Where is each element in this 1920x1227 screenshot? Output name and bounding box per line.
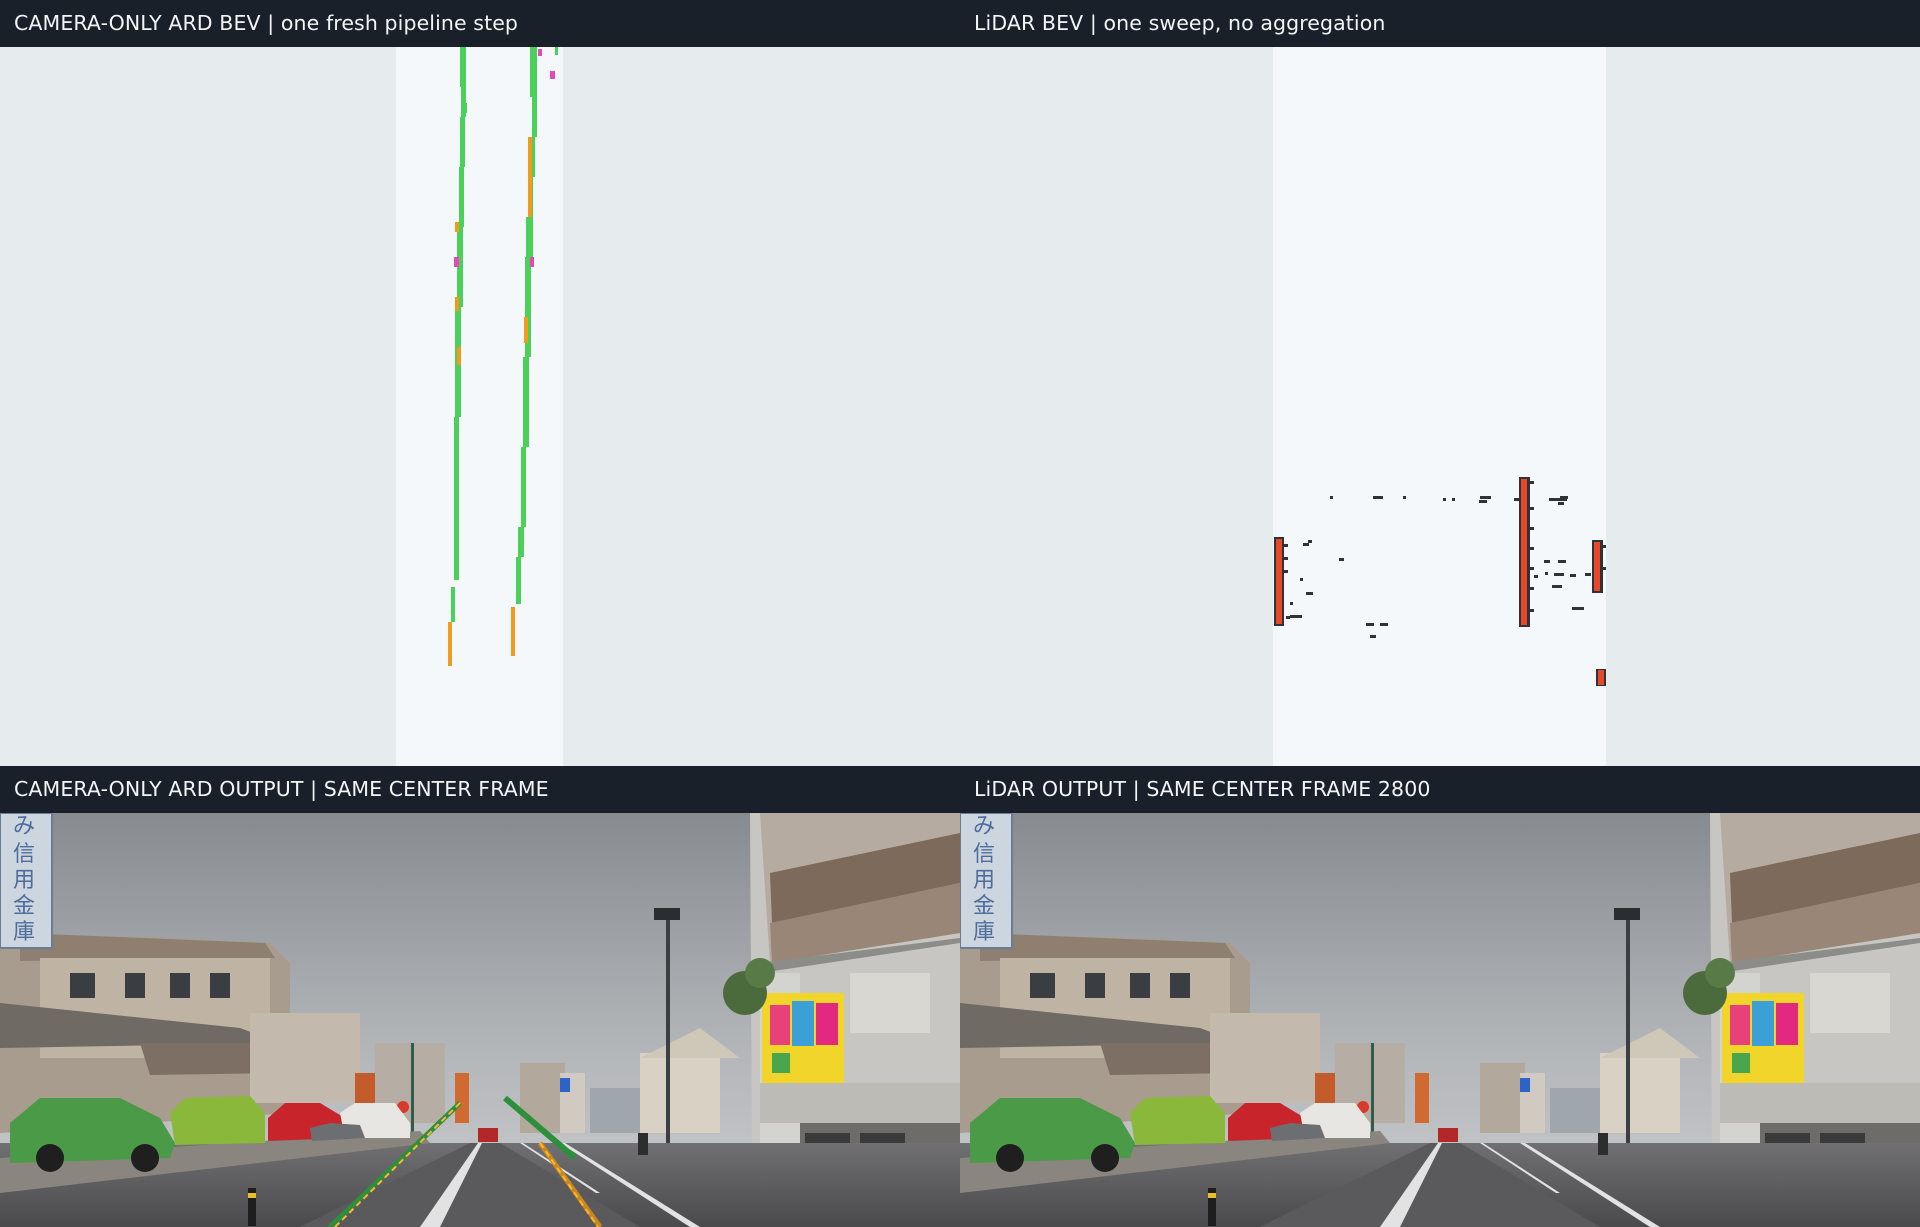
lidar-center-cluster xyxy=(1366,477,1584,638)
svg-text:み: み xyxy=(973,814,995,839)
street-scene: み 信 用 金 庫 xyxy=(960,813,1920,1227)
camera-output-image: み 信 用 金 庫 xyxy=(0,813,960,1227)
lidar-bev-panel: LiDAR BEV | one sweep, no aggregation xyxy=(960,0,1920,766)
lidar-output-header: LiDAR OUTPUT | SAME CENTER FRAME 2800 xyxy=(960,766,1920,813)
camera-bev-lanes xyxy=(448,47,558,666)
lidar-right-cluster xyxy=(1585,540,1606,686)
camera-output-header: CAMERA-ONLY ARD OUTPUT | SAME CENTER FRA… xyxy=(0,766,960,813)
lidar-top-scatter xyxy=(1330,496,1568,505)
svg-text:用: 用 xyxy=(973,868,995,893)
street-scene: み 信 用 金 庫 xyxy=(0,813,960,1227)
camera-bev-canvas xyxy=(0,47,960,766)
svg-text:み: み xyxy=(13,814,35,839)
camera-bev-panel: CAMERA-ONLY ARD BEV | one fresh pipeline… xyxy=(0,0,960,766)
svg-text:信: 信 xyxy=(973,842,995,867)
lidar-bev-points xyxy=(1274,477,1606,686)
svg-text:庫: 庫 xyxy=(13,920,35,945)
lidar-output-image: み 信 用 金 庫 xyxy=(960,813,1920,1227)
svg-text:庫: 庫 xyxy=(973,920,995,945)
svg-text:信: 信 xyxy=(13,842,35,867)
svg-text:用: 用 xyxy=(13,868,35,893)
lidar-bev-canvas xyxy=(960,47,1920,766)
camera-bev-outlier-points xyxy=(538,47,558,79)
lidar-left-cluster xyxy=(1274,537,1344,626)
lidar-output-panel: LiDAR OUTPUT | SAME CENTER FRAME 2800 み … xyxy=(960,766,1920,1227)
svg-text:金: 金 xyxy=(13,894,35,919)
camera-bev-header: CAMERA-ONLY ARD BEV | one fresh pipeline… xyxy=(0,0,960,47)
camera-bev-left-lane xyxy=(448,47,467,666)
camera-output-panel: CAMERA-ONLY ARD OUTPUT | SAME CENTER FRA… xyxy=(0,766,960,1227)
svg-text:金: 金 xyxy=(973,894,995,919)
lidar-bev-header: LiDAR BEV | one sweep, no aggregation xyxy=(960,0,1920,47)
camera-bev-right-lane xyxy=(511,47,537,656)
